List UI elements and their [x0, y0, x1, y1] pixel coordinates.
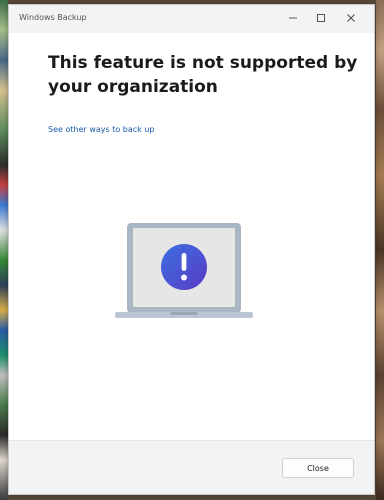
window-title: Windows Backup [19, 13, 87, 22]
dialog-content: This feature is not supported by your or… [9, 33, 374, 443]
close-icon [347, 14, 355, 22]
page-title: This feature is not supported by your or… [48, 53, 358, 97]
maximize-icon [317, 14, 325, 22]
windows-backup-dialog: Windows Backup This feature is not suppo… [8, 4, 375, 495]
minimize-icon [289, 17, 297, 19]
dialog-footer: Close [9, 440, 374, 494]
laptop-warning-icon [115, 223, 253, 318]
close-button[interactable]: Close [282, 458, 354, 478]
title-bar[interactable]: Windows Backup [9, 5, 374, 33]
maximize-button[interactable] [308, 9, 334, 27]
desktop-background-left [0, 0, 8, 500]
title-close-button[interactable] [338, 9, 364, 27]
minimize-button[interactable] [280, 9, 306, 27]
desktop-background-right [376, 0, 384, 500]
other-backup-ways-link[interactable]: See other ways to back up [48, 125, 155, 134]
